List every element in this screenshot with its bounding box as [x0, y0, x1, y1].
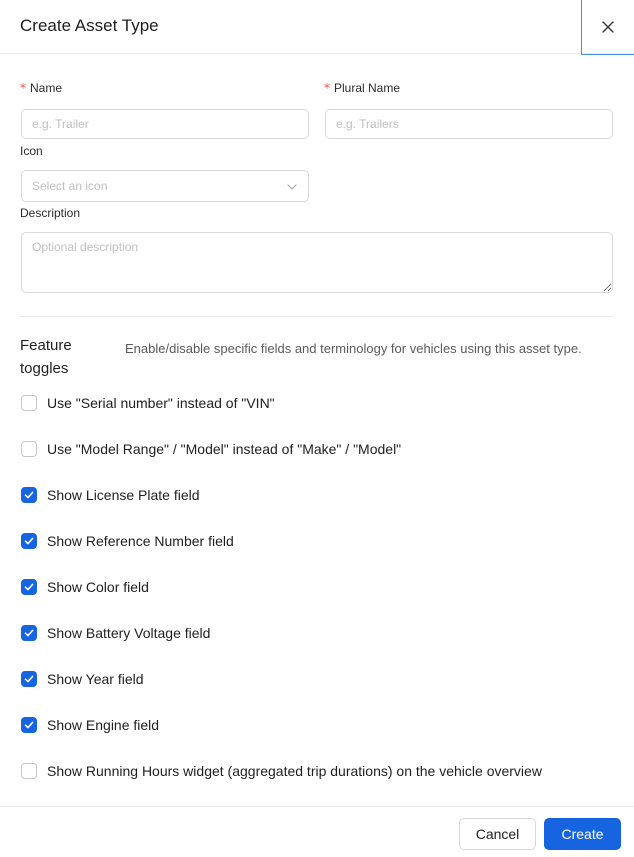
plural-name-input[interactable] [325, 109, 613, 139]
feature-toggle-label: Show Color field [47, 579, 149, 595]
plural-name-label: * Plural Name [324, 81, 400, 95]
feature-toggle-row[interactable]: Show Year field [21, 671, 144, 687]
icon-select-placeholder: Select an icon [32, 179, 108, 193]
name-label-text: Name [30, 81, 63, 95]
feature-toggle-label: Show Engine field [47, 717, 160, 733]
section-divider [20, 316, 613, 317]
feature-toggle-label: Use "Serial number" instead of "VIN" [47, 395, 275, 411]
checkmark-icon [24, 721, 34, 729]
cancel-button[interactable]: Cancel [459, 818, 536, 850]
feature-toggle-row[interactable]: Show License Plate field [21, 487, 200, 503]
feature-toggle-row[interactable]: Use "Model Range" / "Model" instead of "… [21, 441, 401, 457]
feature-toggle-label: Show Reference Number field [47, 533, 234, 549]
feature-toggle-label: Show Battery Voltage field [47, 625, 211, 641]
required-mark: * [324, 81, 330, 95]
feature-toggle-row[interactable]: Show Engine field [21, 717, 159, 733]
close-button[interactable] [581, 0, 634, 55]
description-label: Description [20, 206, 81, 220]
feature-toggle-row[interactable]: Show Reference Number field [21, 533, 234, 549]
checkbox-checked[interactable] [21, 671, 37, 687]
feature-toggle-row[interactable]: Show Running Hours widget (aggregated tr… [21, 763, 542, 779]
feature-toggles-description: Enable/disable specific fields and termi… [125, 341, 582, 356]
checkmark-icon [24, 675, 34, 683]
checkbox-unchecked[interactable] [21, 395, 37, 411]
checkbox-checked[interactable] [21, 487, 37, 503]
feature-toggle-label: Show Running Hours widget (aggregated tr… [47, 763, 542, 779]
checkbox-checked[interactable] [21, 625, 37, 641]
required-mark: * [20, 81, 26, 95]
checkmark-icon [24, 537, 34, 545]
feature-toggle-label: Show License Plate field [47, 487, 200, 503]
checkmark-icon [24, 491, 34, 499]
create-button[interactable]: Create [544, 818, 621, 850]
dialog-title: Create Asset Type [20, 16, 159, 35]
feature-toggle-label: Use "Model Range" / "Model" instead of "… [47, 441, 402, 457]
feature-toggle-row[interactable]: Use "Serial number" instead of "VIN" [21, 395, 275, 411]
checkbox-checked[interactable] [21, 533, 37, 549]
feature-toggle-row[interactable]: Show Battery Voltage field [21, 625, 210, 641]
checkbox-unchecked[interactable] [21, 441, 37, 457]
create-asset-type-dialog: Create Asset Type * Name * Plural Name Ico… [0, 0, 634, 857]
description-textarea[interactable] [21, 232, 613, 293]
feature-toggles-title: Feature toggles [20, 337, 72, 377]
dialog-header: Create Asset Type [0, 0, 634, 55]
feature-toggle-row[interactable]: Show Color field [21, 579, 149, 595]
checkmark-icon [24, 629, 34, 637]
checkbox-checked[interactable] [21, 579, 37, 595]
dialog-footer: Cancel Create [0, 806, 634, 857]
icon-label: Icon [20, 144, 43, 158]
name-label: * Name [20, 81, 62, 95]
feature-toggle-label: Show Year field [47, 671, 144, 687]
checkbox-unchecked[interactable] [21, 763, 37, 779]
icon-select[interactable]: Select an icon [21, 170, 309, 202]
close-icon [602, 21, 614, 33]
plural-name-label-text: Plural Name [334, 81, 401, 95]
name-input[interactable] [21, 109, 309, 139]
chevron-down-icon [287, 184, 297, 190]
checkmark-icon [24, 583, 34, 591]
checkbox-checked[interactable] [21, 717, 37, 733]
